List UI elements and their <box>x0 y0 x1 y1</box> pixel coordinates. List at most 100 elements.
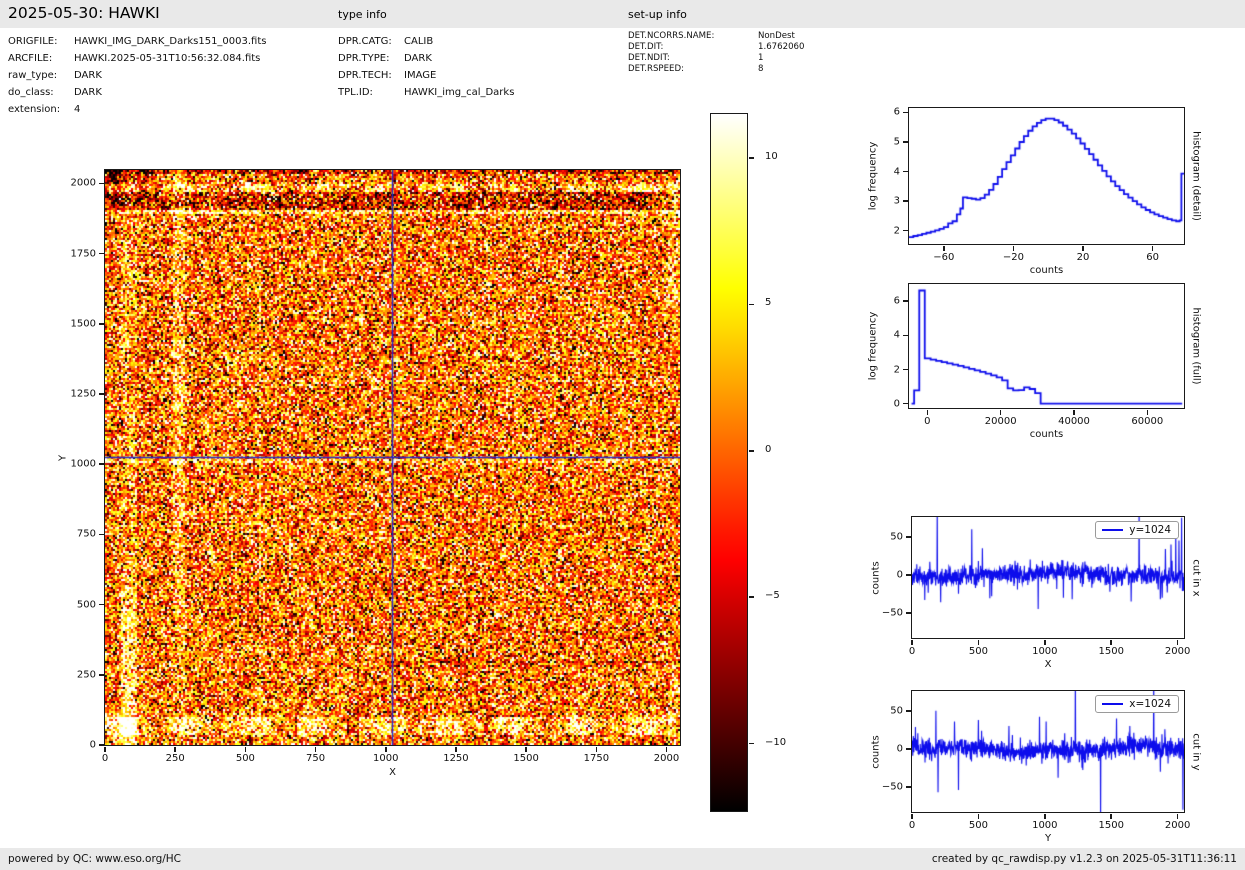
x-tick-label: 60 <box>1146 252 1159 263</box>
field-value: NonDest <box>758 31 795 42</box>
y-tick-label: 0 <box>897 743 903 754</box>
y-axis-label: log frequency <box>868 312 879 381</box>
x-axis-label: X <box>389 767 396 778</box>
y-tick-mark <box>906 574 911 576</box>
legend-label: y=1024 <box>1129 524 1171 536</box>
x-tick-mark <box>596 747 598 752</box>
y-tick-mark <box>906 786 911 788</box>
x-tick-mark <box>978 640 980 645</box>
y-tick-mark <box>99 463 104 465</box>
y-tick-mark <box>903 200 908 202</box>
x-axis-label: X <box>1045 659 1052 670</box>
y-tick-mark <box>906 536 911 538</box>
y-tick-label: 750 <box>77 529 96 540</box>
field-value: DARK <box>74 67 102 84</box>
x-tick-mark <box>1152 246 1154 251</box>
raw-image-plot: X Y 025050075010001250150017502000025050… <box>104 169 681 746</box>
colorbar-tick-mark <box>749 596 754 598</box>
y-tick-label: 6 <box>894 296 900 307</box>
x-tick-label: 0 <box>909 820 915 831</box>
x-tick-label: 1500 <box>1098 646 1123 657</box>
y-tick-mark <box>99 323 104 325</box>
x-axis-label: counts <box>1030 429 1063 440</box>
footer-powered-by: powered by QC: www.eso.org/HC <box>8 853 181 865</box>
field-label: do_class: <box>8 84 74 101</box>
field-value: HAWKI_IMG_DARK_Darks151_0003.fits <box>74 33 267 50</box>
x-tick-mark <box>927 410 929 415</box>
histogram-full-canvas <box>909 284 1184 408</box>
field-value: HAWKI_img_cal_Darks <box>404 84 514 101</box>
y-tick-label: −50 <box>882 781 903 792</box>
colorbar-tick-mark <box>749 450 754 452</box>
y-tick-mark <box>903 112 908 114</box>
file-info-row: extension:4 <box>8 101 267 118</box>
x-tick-mark <box>455 747 457 752</box>
colorbar-tick-mark <box>749 304 754 306</box>
y-tick-mark <box>99 183 104 185</box>
x-tick-label: −60 <box>933 252 954 263</box>
histogram-detail-canvas <box>909 108 1184 244</box>
x-tick-label: 500 <box>969 820 988 831</box>
y-tick-label: 0 <box>90 740 96 751</box>
x-tick-label: 500 <box>969 646 988 657</box>
y-tick-label: 2 <box>894 225 900 236</box>
file-info-row: ARCFILE:HAWKI.2025-05-31T10:56:32.084.fi… <box>8 50 267 67</box>
type-info-row: DPR.TYPE:DARK <box>338 50 514 67</box>
y-tick-mark <box>99 534 104 536</box>
colorbar-tick-label: 0 <box>765 444 771 455</box>
x-tick-label: 60000 <box>1131 416 1163 427</box>
x-tick-label: 1000 <box>1032 820 1057 831</box>
field-label: DET.NCORRS.NAME: <box>628 31 758 42</box>
x-tick-label: 2000 <box>1165 820 1190 831</box>
cut-in-y-plot: x=1024 Y counts cut in y 050010001500200… <box>911 690 1185 813</box>
x-tick-label: 1500 <box>1098 820 1123 831</box>
field-value: CALIB <box>404 33 433 50</box>
y-tick-mark <box>99 393 104 395</box>
cut-in-x-plot: y=1024 X counts cut in x 050010001500200… <box>911 516 1185 639</box>
y-tick-mark <box>99 744 104 746</box>
field-value: 8 <box>758 64 763 75</box>
legend-label: x=1024 <box>1129 698 1171 710</box>
file-info-row: raw_type:DARK <box>8 67 267 84</box>
qc-report-page: 2025-05-30: HAWKI type info set-up info … <box>0 0 1245 870</box>
type-info-row: DPR.TECH:IMAGE <box>338 67 514 84</box>
y-axis-label: counts <box>871 735 882 768</box>
x-tick-mark <box>1044 814 1046 819</box>
histogram-full-plot: counts log frequency histogram (full) 02… <box>908 283 1185 409</box>
y-tick-label: 50 <box>890 531 903 542</box>
y-tick-mark <box>903 141 908 143</box>
y-tick-label: 3 <box>894 196 900 207</box>
field-value: HAWKI.2025-05-31T10:56:32.084.fits <box>74 50 260 67</box>
x-tick-mark <box>385 747 387 752</box>
x-tick-label: 1750 <box>584 753 609 764</box>
x-tick-mark <box>911 640 913 645</box>
y-axis-label: log frequency <box>868 142 879 211</box>
type-info-row: TPL.ID:HAWKI_img_cal_Darks <box>338 84 514 101</box>
y-tick-label: 1750 <box>71 248 96 259</box>
x-tick-label: 0 <box>102 753 108 764</box>
x-tick-label: 1500 <box>513 753 538 764</box>
file-info-row: ORIGFILE:HAWKI_IMG_DARK_Darks151_0003.fi… <box>8 33 267 50</box>
raw-image-heatmap-canvas <box>105 170 680 745</box>
right-axis-label: cut in x <box>1191 559 1202 596</box>
x-tick-label: 0 <box>909 646 915 657</box>
x-tick-mark <box>1147 410 1149 415</box>
x-tick-mark <box>1082 246 1084 251</box>
x-tick-label: 20 <box>1077 252 1090 263</box>
x-tick-mark <box>666 747 668 752</box>
colorbar: 1050−5−10 <box>710 113 748 812</box>
y-tick-mark <box>99 604 104 606</box>
field-value: IMAGE <box>404 67 436 84</box>
setup-info-row: DET.NCORRS.NAME:NonDest <box>628 31 804 42</box>
y-tick-label: 50 <box>890 705 903 716</box>
legend: y=1024 <box>1095 521 1179 539</box>
y-tick-mark <box>903 335 908 337</box>
y-tick-label: 1250 <box>71 389 96 400</box>
field-value: DARK <box>74 84 102 101</box>
x-tick-label: 2000 <box>1165 646 1190 657</box>
field-label: DPR.CATG: <box>338 33 404 50</box>
x-tick-label: 20000 <box>985 416 1017 427</box>
field-value: DARK <box>404 50 432 67</box>
y-tick-mark <box>903 230 908 232</box>
field-label: raw_type: <box>8 67 74 84</box>
